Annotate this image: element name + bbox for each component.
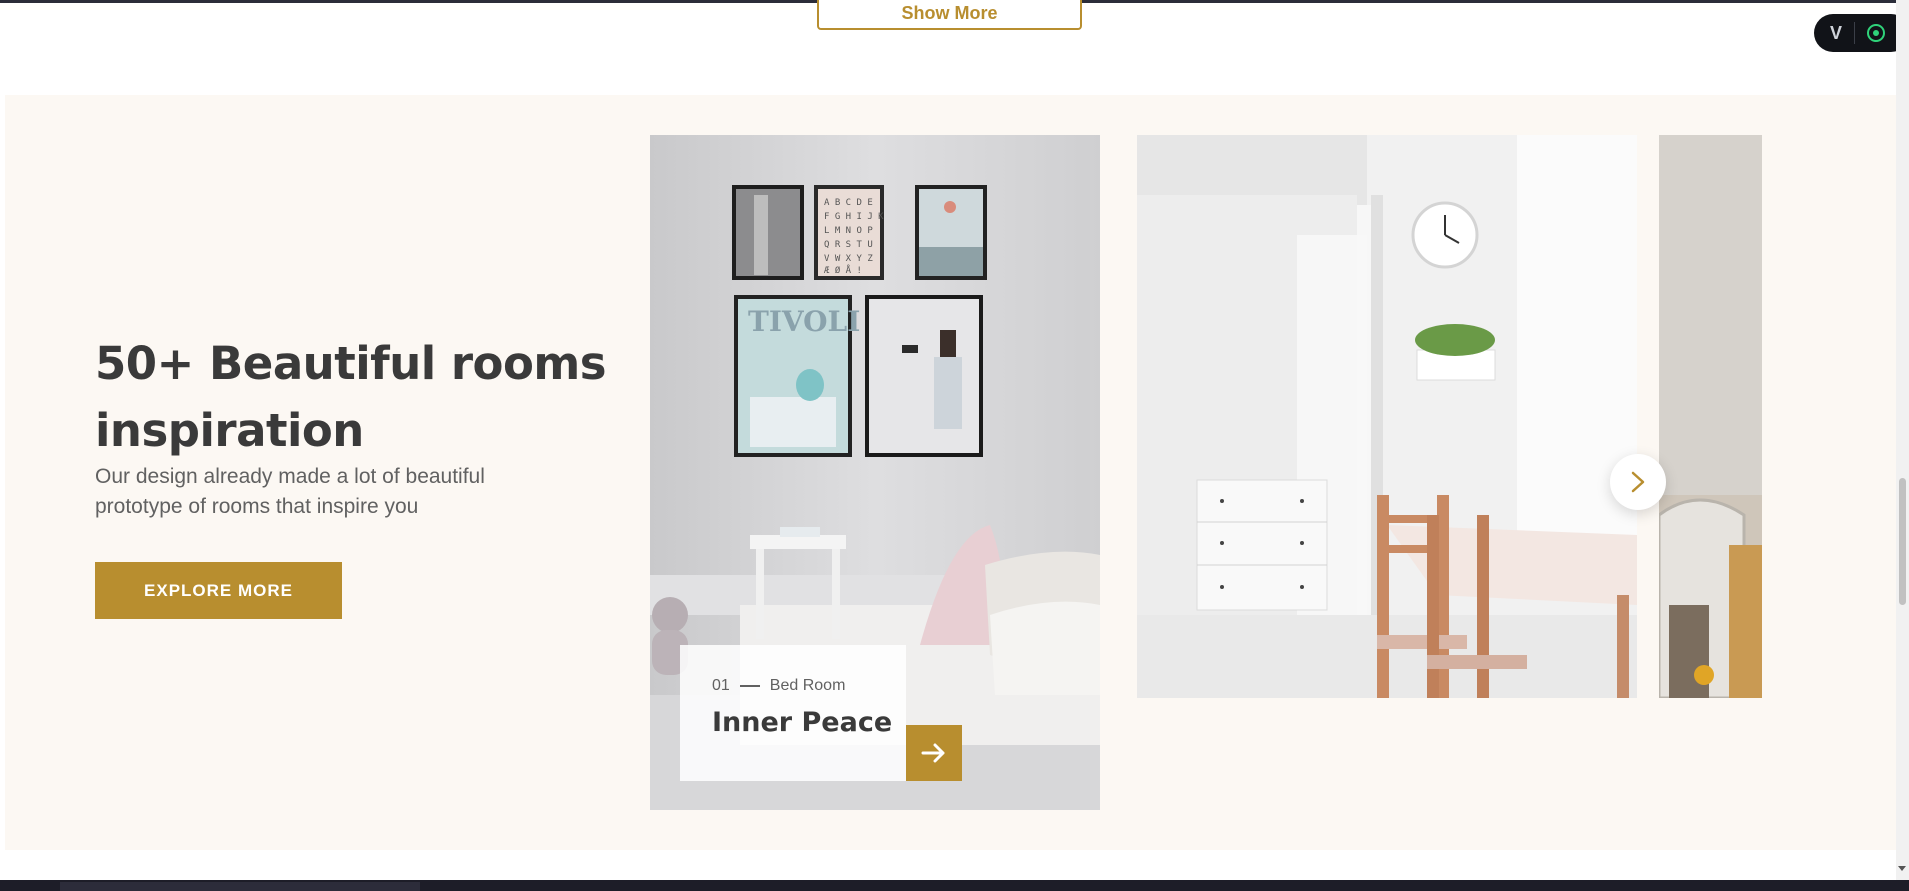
explore-more-button[interactable]: EXPLORE MORE	[95, 562, 342, 619]
arrow-right-icon	[921, 743, 945, 763]
room-title: Inner Peace	[712, 707, 893, 738]
svg-text:Æ Ø Å !: Æ Ø Å !	[824, 264, 862, 276]
os-taskbar	[0, 880, 1909, 891]
devtools-divider	[1854, 22, 1856, 44]
svg-text:L M N O P: L M N O P	[824, 226, 873, 236]
room-card-open-button[interactable]	[906, 725, 962, 781]
show-more-label: Show More	[901, 2, 998, 23]
svg-text:F G H I J K: F G H I J K	[824, 212, 884, 222]
vue-logo-icon: V	[1830, 22, 1843, 43]
explore-more-label: EXPLORE MORE	[144, 580, 293, 600]
inspect-target-icon[interactable]	[1867, 24, 1886, 42]
index-dash	[739, 685, 760, 687]
rooms-inspiration-section: 50+ Beautiful rooms inspiration Our desi…	[5, 95, 1896, 850]
taskbar-segment	[60, 882, 420, 891]
show-more-button[interactable]: Show More	[817, 0, 1082, 30]
room-card-active[interactable]: A B C D E F G H I J K L M N O P Q R S T …	[650, 135, 1100, 810]
room-index: 01	[712, 677, 730, 694]
room-card-2[interactable]	[1137, 135, 1637, 698]
devtools-widget[interactable]: V	[1814, 14, 1909, 52]
living-room-image	[1659, 135, 1762, 698]
svg-text:Q R S T U: Q R S T U	[824, 240, 873, 250]
svg-text:A B C D E: A B C D E	[824, 198, 873, 208]
scrollbar-thumb[interactable]	[1899, 478, 1906, 605]
section-headline: 50+ Beautiful rooms inspiration	[95, 337, 607, 457]
room-card-caption: 01 Bed Room Inner Peace	[680, 645, 906, 781]
dining-room-image	[1137, 135, 1637, 698]
svg-text:TIVOLI: TIVOLI	[748, 305, 860, 338]
page-scrollbar[interactable]	[1896, 0, 1909, 880]
svg-text:V W X Y Z: V W X Y Z	[824, 254, 873, 264]
scroll-down-arrow-icon[interactable]	[1898, 866, 1906, 871]
slider-next-button[interactable]	[1610, 454, 1666, 510]
room-card-3[interactable]	[1659, 135, 1762, 698]
room-category: Bed Room	[769, 677, 846, 694]
chevron-right-icon	[1631, 471, 1645, 493]
section-description: Our design already made a lot of beautif…	[95, 465, 485, 518]
